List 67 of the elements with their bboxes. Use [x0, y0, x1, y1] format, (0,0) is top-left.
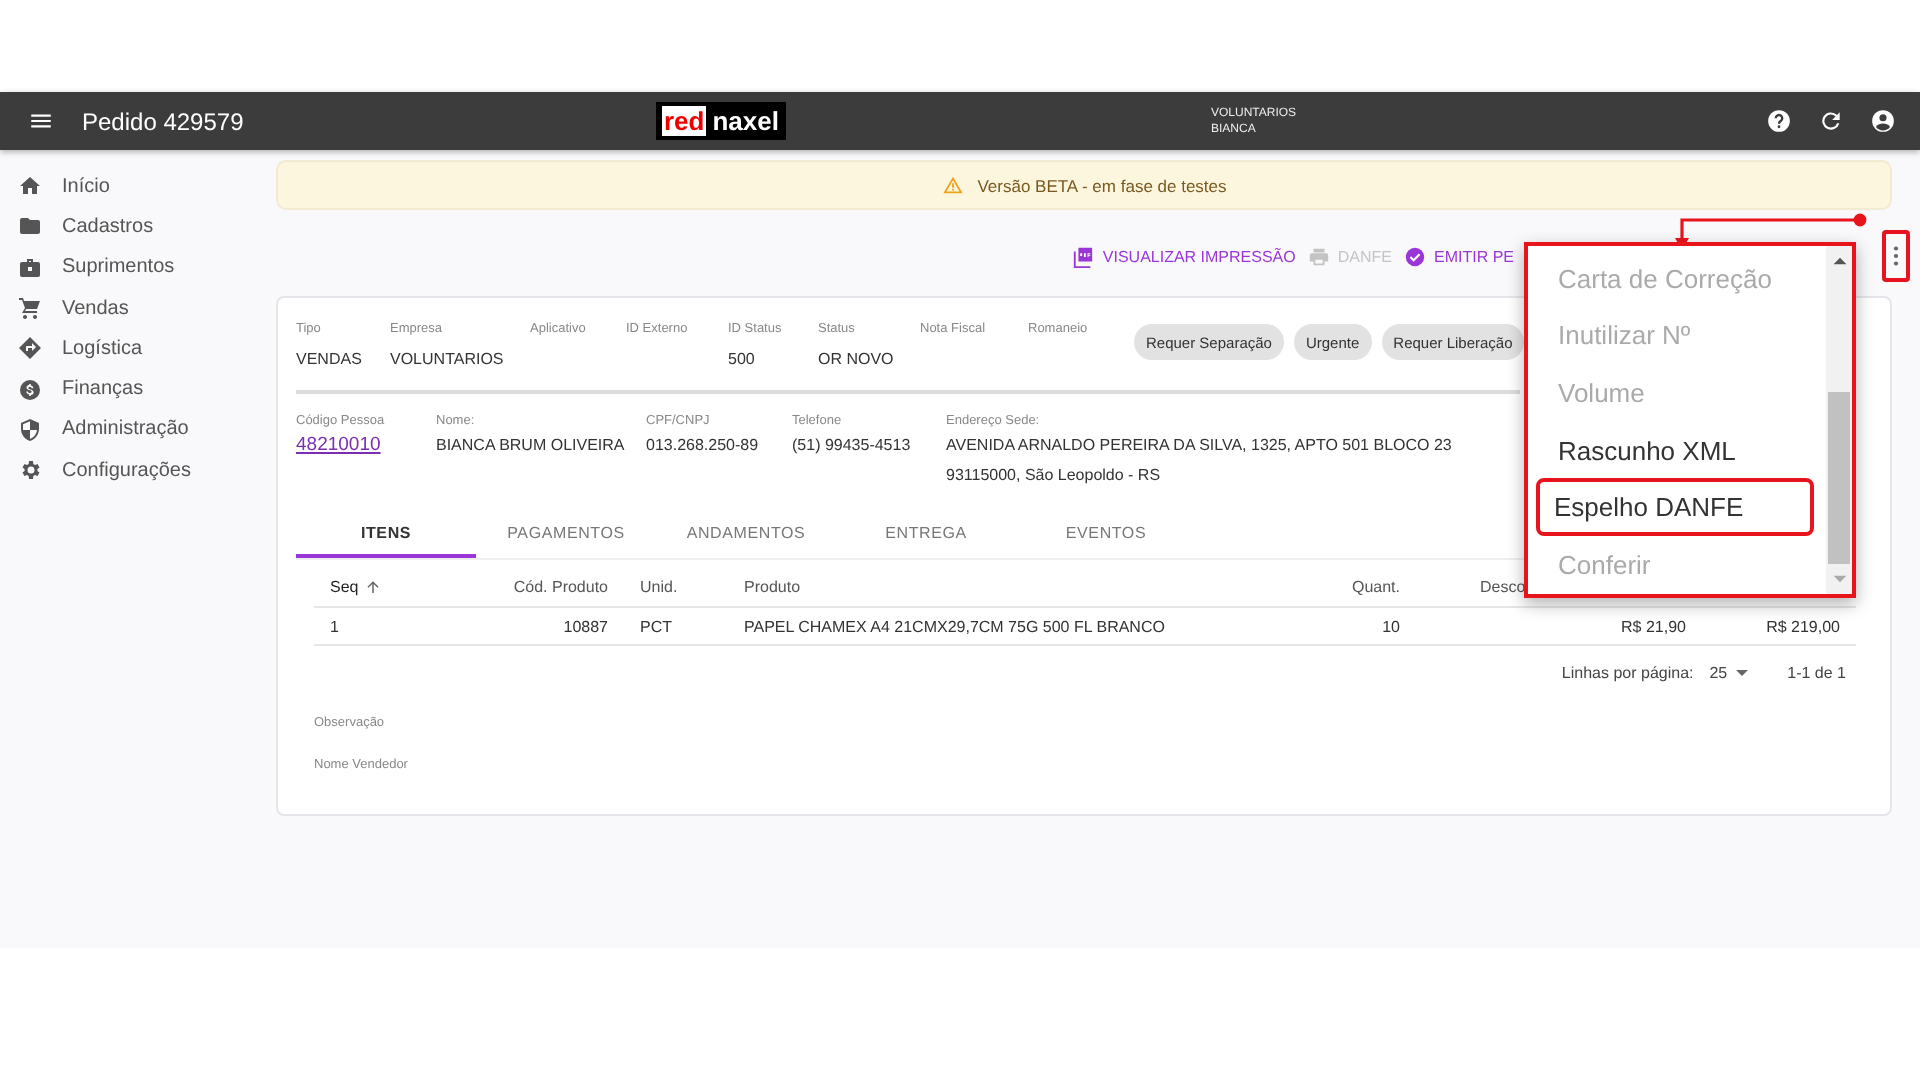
refresh-icon[interactable]	[1818, 108, 1844, 134]
column-header[interactable]: Cód. Produto	[513, 578, 608, 596]
field-value: OR NOVO	[818, 348, 894, 370]
table-cell: PCT	[640, 617, 672, 635]
caret-down-icon	[1735, 669, 1748, 675]
menu-item[interactable]: Espelho DANFE	[1536, 478, 1814, 536]
logo: red naxel	[656, 102, 787, 140]
nav-item[interactable]: Logística	[0, 328, 276, 369]
nav-item[interactable]: Cadastros	[0, 206, 276, 248]
banner-text: Versão BETA - em fase de testes	[977, 175, 1227, 195]
column-header[interactable]: Desco	[1480, 578, 1526, 596]
action-button[interactable]: EMITIR PE	[1403, 245, 1514, 267]
nav-item[interactable]: Configurações	[0, 450, 276, 491]
more-button[interactable]	[1882, 230, 1910, 282]
menu-item[interactable]: Rascunho XML	[1540, 421, 1814, 479]
tab[interactable]: EVENTOS	[1016, 510, 1196, 558]
tab[interactable]: ANDAMENTOS	[656, 510, 836, 558]
home-icon	[18, 174, 42, 199]
field-value: BIANCA BRUM OLIVEIRA	[436, 434, 625, 458]
tab[interactable]: ENTREGA	[836, 510, 1016, 558]
field-value: VOLUNTARIOS	[390, 348, 504, 370]
column-header[interactable]: Produto	[744, 578, 801, 596]
folder-icon	[18, 214, 42, 239]
printer-icon	[1307, 245, 1330, 267]
sort-up-icon[interactable]	[364, 578, 383, 596]
rows-per-page-select[interactable]: 25	[1709, 663, 1748, 681]
check-icon	[1403, 245, 1426, 267]
nav-item[interactable]: Administração	[0, 409, 276, 451]
page-range: 1-1 de 1	[1787, 663, 1846, 681]
nav-item[interactable]: Início	[0, 166, 276, 207]
field-value: AVENIDA ARNALDO PEREIRA DA SILVA, 1325, APTO 501 BLOCO 23	[946, 434, 1452, 458]
nav-item[interactable]: Suprimentos	[0, 247, 276, 288]
scroll-up-icon[interactable]	[1831, 256, 1847, 266]
shield-icon	[18, 417, 42, 442]
briefcase-icon	[18, 255, 42, 280]
field-value: 500	[728, 348, 755, 370]
rows-per-page-label: Linhas por página:	[1561, 663, 1694, 681]
nav-item[interactable]: Vendas	[0, 287, 276, 329]
nav-item[interactable]: Finanças	[0, 368, 276, 410]
cart-icon	[18, 296, 42, 321]
column-header[interactable]: Quant.	[1351, 578, 1400, 596]
field-value: 93115000, São Leopoldo - RS	[946, 464, 1161, 488]
tab[interactable]: PAGAMENTOS	[476, 510, 656, 558]
pdf-icon	[1072, 245, 1095, 267]
field-value: VENDAS	[296, 348, 362, 370]
field-value: (51) 99435-4513	[792, 434, 911, 458]
action-button[interactable]: VISUALIZAR IMPRESSÃO	[1072, 245, 1296, 267]
column-header[interactable]: Seq	[330, 578, 359, 596]
more-vertical-icon	[1892, 244, 1900, 268]
table-cell: R$ 21,90	[1621, 617, 1686, 635]
table-cell: 1	[330, 617, 339, 635]
page-title: Pedido 429579	[82, 107, 246, 135]
scrollbar[interactable]	[1826, 246, 1852, 594]
table-cell: R$ 219,00	[1766, 617, 1840, 635]
direction-icon	[18, 336, 42, 361]
gear-icon	[18, 458, 42, 483]
table-cell: PAPEL CHAMEX A4 21CMX29,7CM 75G 500 FL BRANCO	[744, 617, 1165, 635]
column-header[interactable]: Unid.	[640, 578, 678, 596]
field-value: 013.268.250-89	[646, 434, 759, 458]
dollar-icon	[18, 377, 42, 402]
help-icon[interactable]	[1766, 108, 1792, 134]
tab[interactable]: ITENS	[296, 510, 476, 558]
warning-icon	[941, 174, 964, 196]
account-icon[interactable]	[1870, 108, 1896, 134]
table-cell: 10887	[563, 617, 608, 635]
customer-code-link[interactable]: 48210010	[296, 434, 381, 456]
table-cell: 10	[1382, 617, 1400, 635]
